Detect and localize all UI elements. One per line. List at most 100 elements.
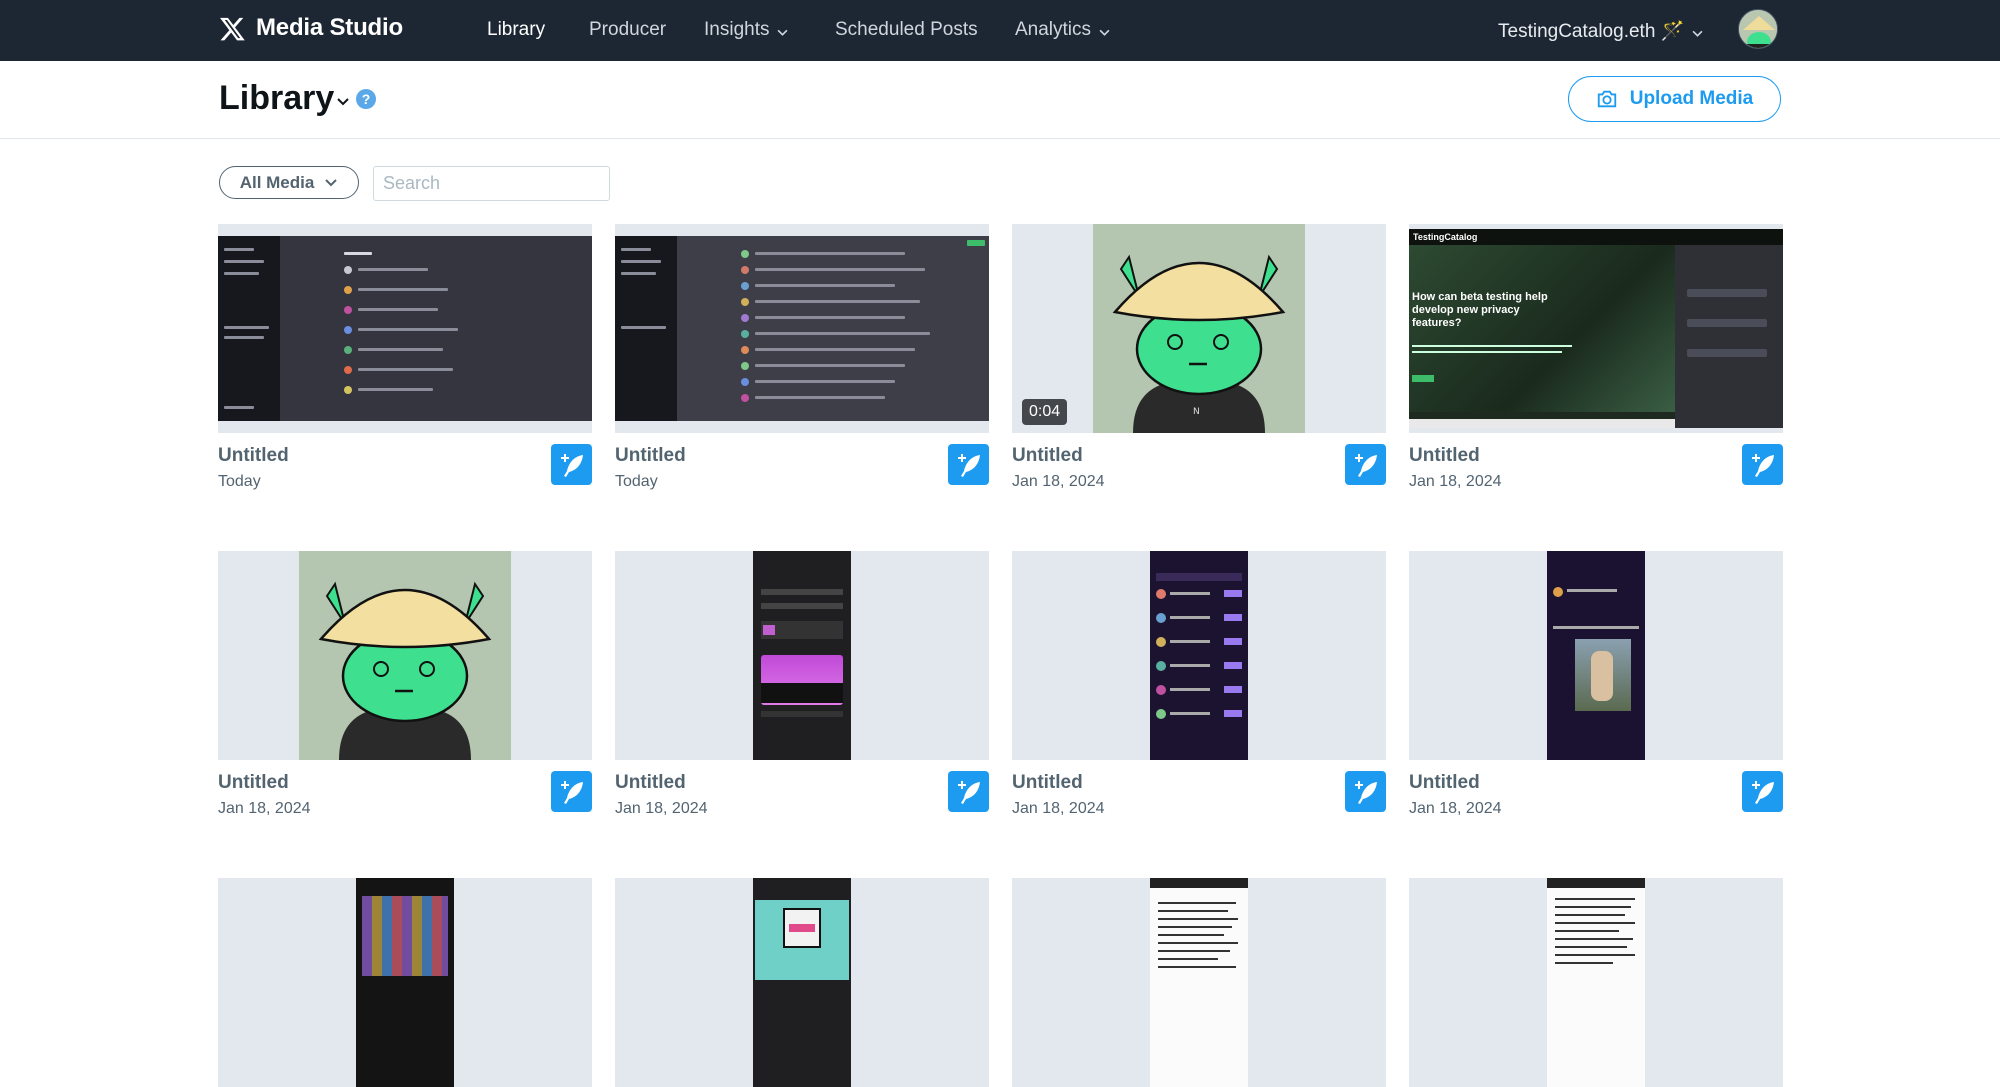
media-card[interactable] — [1409, 878, 1783, 1087]
compose-post-button[interactable] — [1742, 444, 1783, 485]
help-icon[interactable]: ? — [356, 89, 376, 109]
chevron-down-icon[interactable] — [336, 97, 350, 107]
frog-character-icon: N — [1112, 254, 1286, 433]
media-date: Today — [218, 473, 261, 490]
compose-post-button[interactable] — [948, 771, 989, 812]
chevron-down-icon — [325, 178, 338, 186]
quill-plus-icon — [1354, 453, 1377, 477]
compose-post-button[interactable] — [551, 771, 592, 812]
compose-post-button[interactable] — [551, 444, 592, 485]
media-date: Jan 18, 2024 — [615, 800, 708, 817]
page-header: Library ? Upload Media — [0, 61, 2000, 139]
compose-post-button[interactable] — [1345, 444, 1386, 485]
phone-screenshot — [753, 878, 851, 1087]
video-duration-badge: 0:04 — [1022, 399, 1068, 425]
frog-avatar-icon — [1739, 10, 1777, 48]
account-switcher[interactable]: TestingCatalog.eth 🪄 — [1498, 19, 1703, 43]
media-thumbnail[interactable] — [615, 224, 989, 433]
media-thumbnail[interactable] — [1409, 878, 1783, 1087]
media-thumbnail[interactable] — [218, 224, 592, 433]
page-title: Library — [219, 79, 335, 117]
media-date: Today — [615, 473, 658, 490]
brand[interactable]: Media Studio — [219, 14, 403, 42]
nav-analytics[interactable]: Analytics — [1015, 19, 1110, 41]
compose-post-button[interactable] — [1345, 771, 1386, 812]
media-card[interactable]: Untitled Jan 18, 2024 — [1012, 551, 1386, 817]
compose-post-button[interactable] — [948, 444, 989, 485]
frog-image — [299, 551, 511, 760]
phone-screenshot — [1150, 878, 1248, 1087]
media-title: Untitled — [615, 445, 686, 466]
quill-plus-icon — [1751, 453, 1774, 477]
screenshot-preview — [218, 236, 592, 421]
media-card[interactable]: TestingCatalog How can beta testing help… — [1409, 224, 1783, 490]
media-card[interactable] — [218, 878, 592, 1087]
phone-screenshot — [1547, 878, 1645, 1087]
nav-scheduled-posts[interactable]: Scheduled Posts — [835, 19, 978, 41]
nav-insights-label: Insights — [704, 19, 770, 40]
media-thumbnail[interactable] — [615, 551, 989, 760]
media-filter-label: All Media — [239, 172, 315, 192]
media-title: Untitled — [218, 772, 289, 793]
media-thumbnail[interactable] — [1409, 551, 1783, 760]
brand-name: Media Studio — [256, 14, 403, 41]
chevron-down-icon — [1692, 30, 1703, 37]
media-thumbnail[interactable] — [615, 878, 989, 1087]
media-card[interactable] — [1012, 878, 1386, 1087]
frog-image: N — [1093, 224, 1305, 433]
upload-media-button[interactable]: Upload Media — [1568, 76, 1781, 122]
nav-producer-label: Producer — [589, 19, 667, 40]
web-headline: How can beta testing help develop new pr… — [1412, 291, 1548, 329]
compose-post-button[interactable] — [1742, 771, 1783, 812]
phone-screenshot — [356, 878, 454, 1087]
media-date: Jan 18, 2024 — [1409, 473, 1502, 490]
media-title: Untitled — [218, 445, 289, 466]
media-thumbnail[interactable] — [218, 878, 592, 1087]
quill-plus-icon — [1751, 780, 1774, 804]
media-date: Jan 18, 2024 — [218, 800, 311, 817]
nav-library[interactable]: Library — [487, 19, 545, 41]
phone-screenshot — [753, 551, 851, 760]
media-filter-dropdown[interactable]: All Media — [219, 166, 359, 199]
media-date: Jan 18, 2024 — [1012, 800, 1105, 817]
media-date: Jan 18, 2024 — [1409, 800, 1502, 817]
media-thumbnail[interactable]: N 0:04 — [1012, 224, 1386, 433]
quill-plus-icon — [1354, 780, 1377, 804]
nav-producer[interactable]: Producer — [589, 19, 666, 41]
nav-insights[interactable]: Insights — [704, 19, 788, 41]
account-name: TestingCatalog.eth 🪄 — [1498, 21, 1685, 42]
top-nav-bar: Media Studio Library Producer Insights S… — [0, 0, 2000, 61]
media-card[interactable]: Untitled Today — [615, 224, 989, 490]
web-site-name: TestingCatalog — [1413, 232, 1478, 242]
chevron-down-icon — [778, 29, 788, 36]
media-thumbnail[interactable] — [1012, 551, 1386, 760]
media-date: Jan 18, 2024 — [1012, 473, 1105, 490]
x-logo-icon — [220, 17, 245, 40]
media-thumbnail[interactable] — [1012, 878, 1386, 1087]
avatar[interactable] — [1738, 9, 1778, 49]
upload-media-label: Upload Media — [1629, 88, 1754, 109]
svg-text:N: N — [1193, 407, 1200, 417]
media-thumbnail[interactable] — [218, 551, 592, 760]
media-thumbnail[interactable]: TestingCatalog How can beta testing help… — [1409, 224, 1783, 433]
nav-analytics-label: Analytics — [1015, 19, 1092, 40]
media-card[interactable]: N 0:04 Untitled Jan 18, 2024 — [1012, 224, 1386, 490]
quill-plus-icon — [560, 780, 583, 804]
media-title: Untitled — [615, 772, 686, 793]
media-title: Untitled — [1409, 772, 1480, 793]
quill-plus-icon — [560, 453, 583, 477]
chevron-down-icon — [1099, 29, 1110, 36]
quill-plus-icon — [957, 453, 980, 477]
media-card[interactable]: Untitled Jan 18, 2024 — [1409, 551, 1783, 817]
search-input[interactable] — [373, 166, 610, 201]
media-card[interactable]: Untitled Jan 18, 2024 — [615, 551, 989, 817]
media-card[interactable]: Untitled Today — [218, 224, 592, 490]
media-card[interactable]: Untitled Jan 18, 2024 — [218, 551, 592, 817]
nav-library-label: Library — [487, 19, 546, 40]
camera-icon — [1597, 90, 1616, 108]
nav-scheduled-posts-label: Scheduled Posts — [835, 19, 978, 40]
media-card[interactable] — [615, 878, 989, 1087]
quill-plus-icon — [957, 780, 980, 804]
web-article-preview: TestingCatalog How can beta testing help… — [1409, 229, 1783, 428]
media-title: Untitled — [1012, 772, 1083, 793]
